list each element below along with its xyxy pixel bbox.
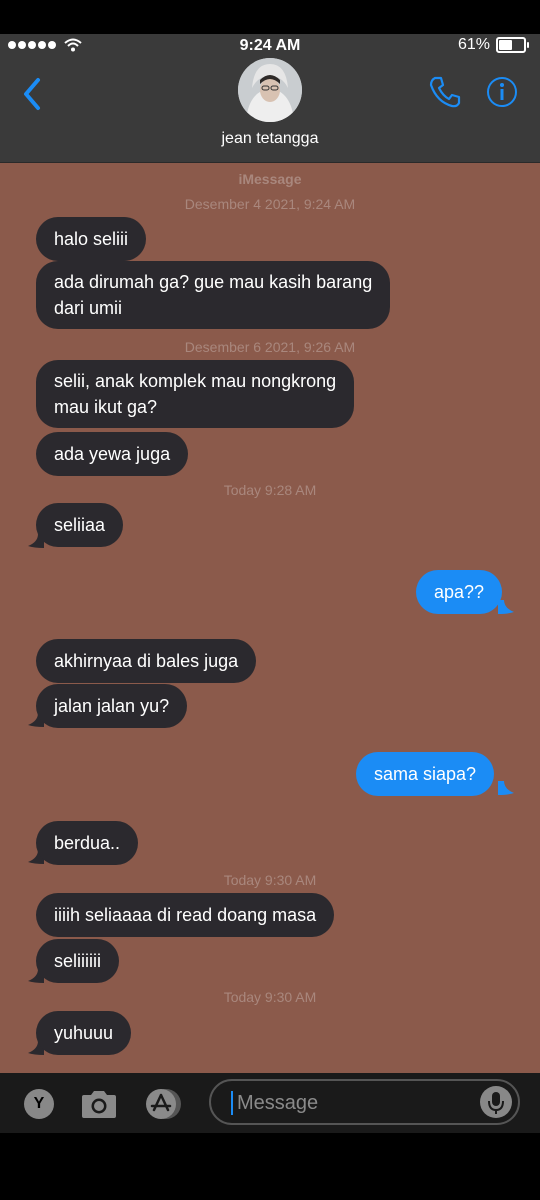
message-line: dari umii (54, 298, 123, 318)
message-input[interactable]: Message (209, 1079, 520, 1125)
contact-avatar[interactable] (238, 58, 302, 122)
message-bubble-incoming[interactable]: iiiih seliaaaa di read doang masa (36, 893, 335, 937)
timestamp: Desember 4 2021, 9:24 AM (184, 196, 356, 212)
timestamp: Desember 6 2021, 9:26 AM (184, 339, 356, 355)
back-chevron-icon[interactable] (14, 74, 54, 114)
message-bubble-incoming[interactable]: seliiiiii (36, 939, 120, 983)
battery-percent: 61% (457, 36, 490, 53)
message-placeholder: Message (237, 1092, 319, 1114)
service-label: iMessage (238, 171, 302, 187)
y-app-button[interactable]: Y (24, 1089, 54, 1119)
app-store-icon[interactable] (144, 1088, 186, 1120)
message-line: mau ikut ga? (54, 397, 158, 417)
message-line: selii, anak komplek mau nongkrong (54, 371, 337, 391)
message-bubble-incoming[interactable]: berdua.. (36, 821, 139, 865)
message-composer: Y Message (0, 1073, 540, 1133)
message-bubble-incoming[interactable]: selii, anak komplek mau nongkrong mau ik… (36, 360, 355, 428)
message-bubble-incoming[interactable]: akhirnyaa di bales juga (36, 639, 257, 683)
message-bubble-outgoing[interactable]: apa?? (416, 570, 503, 614)
message-bubble-incoming[interactable]: yuhuuu (36, 1011, 132, 1055)
phone-icon[interactable] (427, 74, 463, 110)
timestamp: Today 9:30 AM (223, 872, 317, 888)
status-bar: 9:24 AM 61% (0, 34, 540, 58)
message-bubble-incoming[interactable]: ada yewa juga (36, 432, 189, 476)
bubble-tail (498, 600, 514, 614)
timestamp: Today 9:30 AM (223, 989, 317, 1005)
message-bubble-outgoing[interactable]: sama siapa? (356, 752, 495, 796)
text-cursor (231, 1091, 233, 1115)
timestamp: Today 9:28 AM (223, 482, 317, 498)
message-bubble-incoming[interactable]: seliiaa (36, 503, 124, 547)
message-thread[interactable]: iMessage Desember 4 2021, 9:24 AM halo s… (0, 163, 540, 1073)
message-line: ada dirumah ga? gue mau kasih barang (54, 272, 373, 292)
conversation-header: jean tetangga (0, 58, 540, 163)
microphone-icon[interactable] (480, 1086, 512, 1118)
contact-name[interactable]: jean tetangga (0, 130, 540, 148)
message-bubble-incoming[interactable]: jalan jalan yu? (36, 684, 188, 728)
bubble-tail (498, 781, 514, 795)
camera-icon[interactable] (80, 1089, 118, 1119)
info-icon[interactable] (486, 76, 518, 108)
battery-icon (496, 37, 529, 53)
message-bubble-incoming[interactable]: halo seliii (36, 217, 147, 261)
message-bubble-incoming[interactable]: ada dirumah ga? gue mau kasih barang dar… (36, 261, 391, 329)
